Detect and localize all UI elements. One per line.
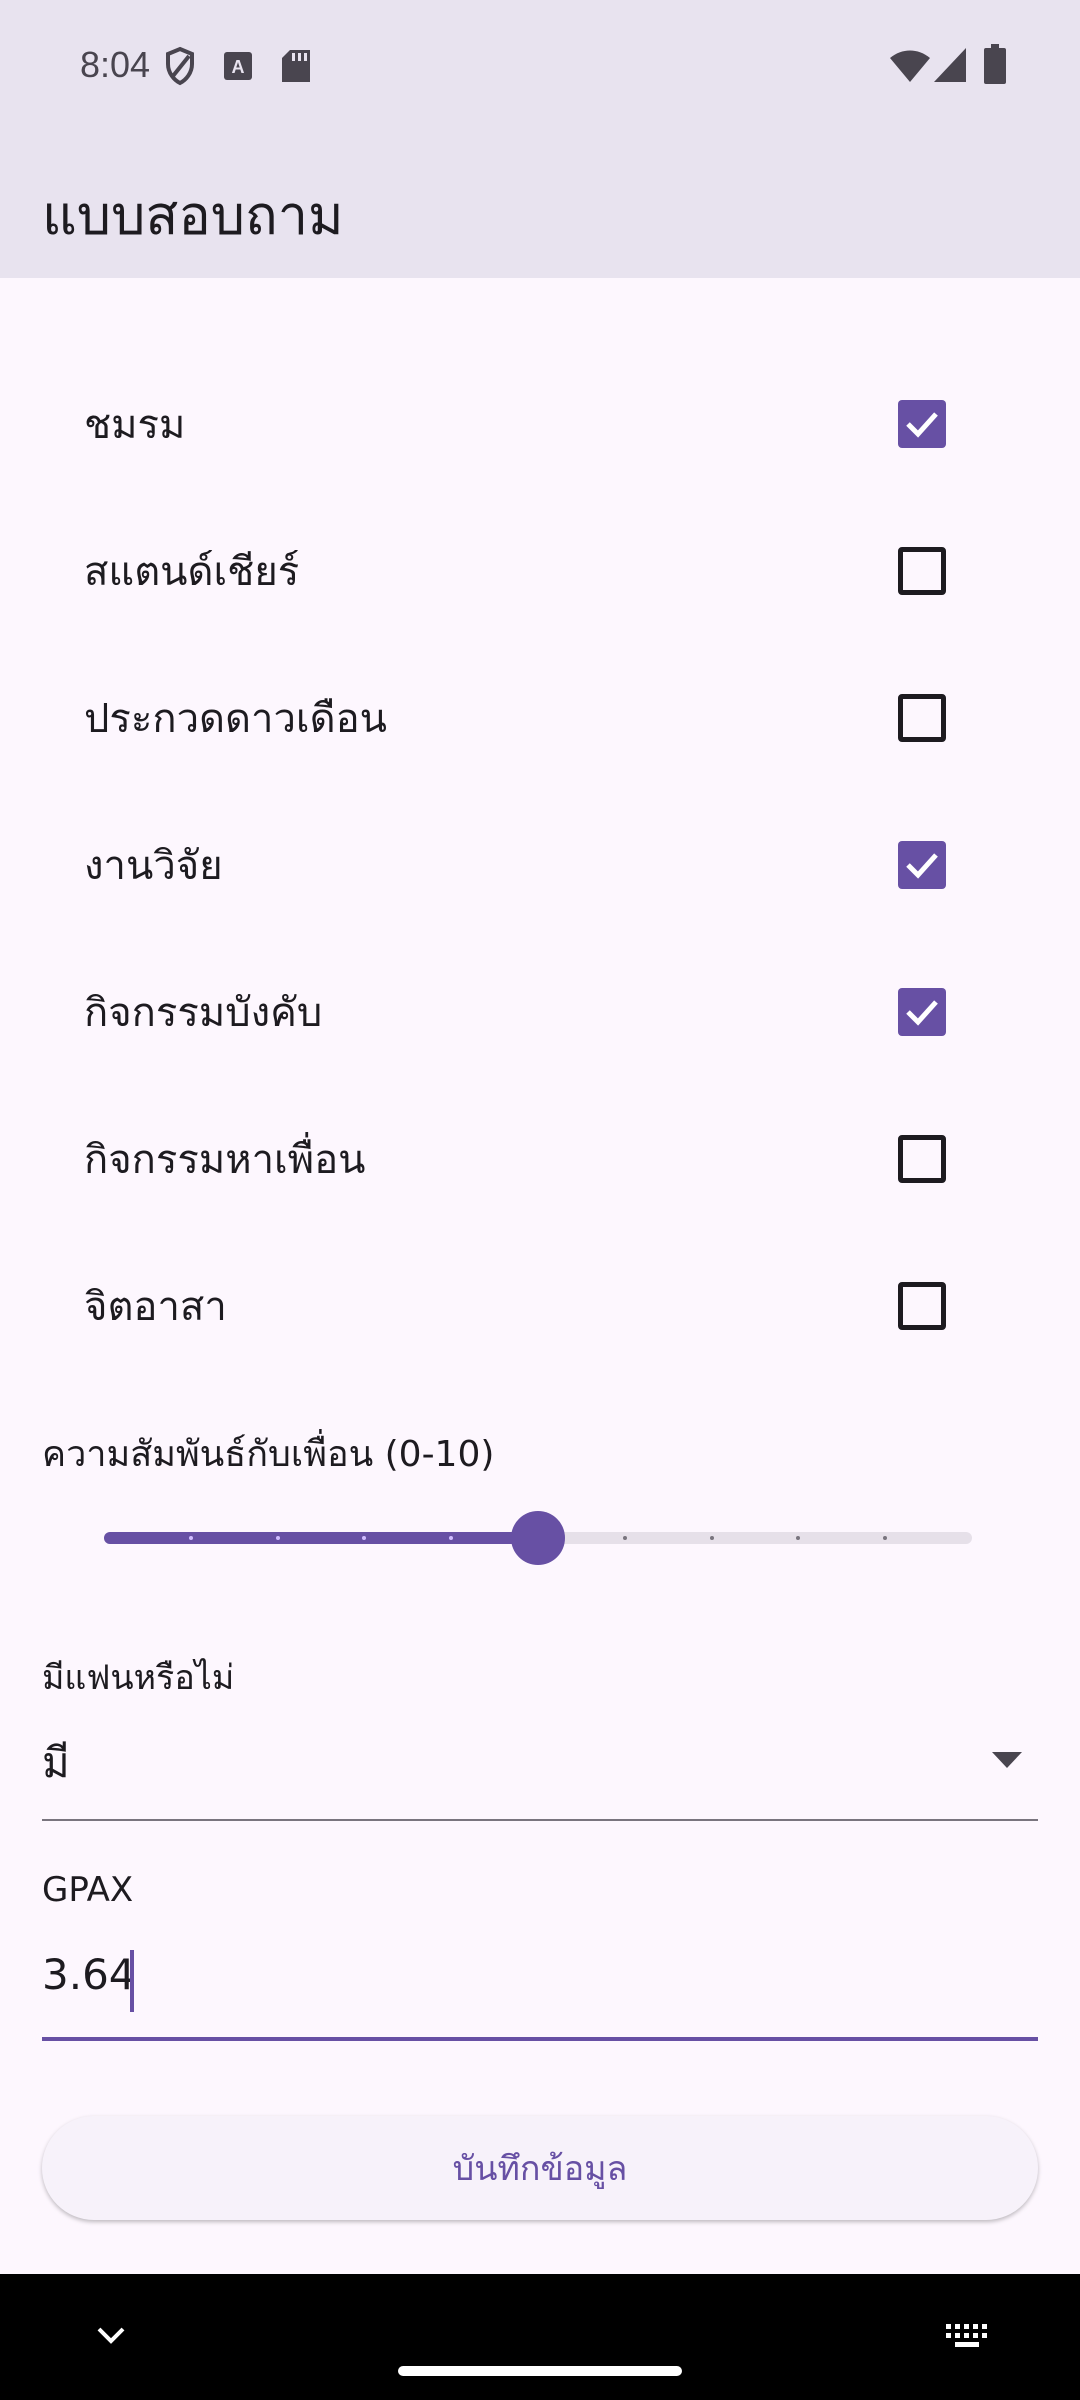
slider-label: ความสัมพันธ์กับเพื่อน (0-10) — [42, 1434, 495, 1475]
dropdown-arrow-icon[interactable] — [992, 1752, 1022, 1772]
home-handle[interactable] — [398, 2366, 682, 2376]
option-row[interactable]: ชมรม — [0, 350, 1080, 497]
option-row[interactable]: สแตนด์เชียร์ — [0, 497, 1080, 644]
check-icon — [906, 852, 938, 879]
save-button[interactable]: บันทึกข้อมูล — [42, 2116, 1038, 2220]
check-icon — [906, 411, 938, 438]
slider-track-active — [104, 1532, 538, 1544]
checkbox-checked[interactable] — [898, 987, 946, 1036]
shield-icon — [165, 46, 195, 90]
option-row[interactable]: ประกวดดาวเดือน — [0, 644, 1080, 791]
checkbox-checked[interactable] — [898, 399, 946, 448]
option-label: งานวิจัย — [84, 842, 223, 889]
option-label: จิตอาสา — [84, 1283, 227, 1330]
check-icon — [906, 999, 938, 1026]
gpax-input[interactable]: 3.64 — [42, 1950, 136, 1999]
partner-label: มีแฟนหรือไม่ — [42, 1658, 235, 1698]
option-row[interactable]: งานวิจัย — [0, 791, 1080, 938]
slider-tick — [275, 1536, 280, 1540]
navigation-bar — [0, 2274, 1080, 2400]
option-label: กิจกรรมบังคับ — [84, 989, 323, 1036]
signal-icon — [934, 48, 966, 86]
option-row[interactable]: จิตอาสา — [0, 1232, 1080, 1379]
status-bar: 8:04 A — [0, 0, 1080, 132]
checkbox-unchecked[interactable] — [898, 1134, 946, 1183]
keyboard-icon[interactable] — [946, 2324, 990, 2352]
app-bar: แบบสอบถาม — [0, 132, 1080, 278]
partner-dropdown-underline — [42, 1819, 1038, 1821]
page-title: แบบสอบถาม — [42, 184, 344, 247]
slider-thumb[interactable] — [511, 1511, 565, 1565]
save-button-label: บันทึกข้อมูล — [452, 2149, 628, 2189]
slider-tick — [622, 1536, 627, 1540]
slider-tick — [709, 1536, 714, 1540]
a-font-icon: A — [224, 52, 252, 84]
svg-text:A: A — [232, 57, 245, 77]
gpax-input-underline — [42, 2037, 1038, 2041]
option-row[interactable]: กิจกรรมหาเพื่อน — [0, 1085, 1080, 1232]
option-label: สแตนด์เชียร์ — [84, 548, 300, 595]
option-row[interactable]: กิจกรรมบังคับ — [0, 938, 1080, 1085]
checkbox-unchecked[interactable] — [898, 1281, 946, 1330]
option-label: ประกวดดาวเดือน — [84, 695, 387, 742]
checkbox-unchecked[interactable] — [898, 546, 946, 595]
text-cursor — [130, 1950, 134, 2012]
status-time: 8:04 — [80, 44, 151, 85]
chevron-down-icon[interactable] — [96, 2326, 126, 2350]
checkbox-unchecked[interactable] — [898, 693, 946, 742]
partner-dropdown[interactable]: มี — [42, 1730, 70, 1796]
wifi-icon — [890, 50, 930, 86]
sd-card-icon — [282, 50, 310, 86]
slider-tick — [188, 1536, 193, 1540]
option-label: ชมรม — [84, 401, 186, 448]
friendship-slider[interactable] — [104, 1510, 972, 1566]
option-label: กิจกรรมหาเพื่อน — [84, 1136, 366, 1183]
battery-icon — [984, 44, 1006, 88]
gpax-label: GPAX — [42, 1870, 134, 1910]
checkbox-checked[interactable] — [898, 840, 946, 889]
